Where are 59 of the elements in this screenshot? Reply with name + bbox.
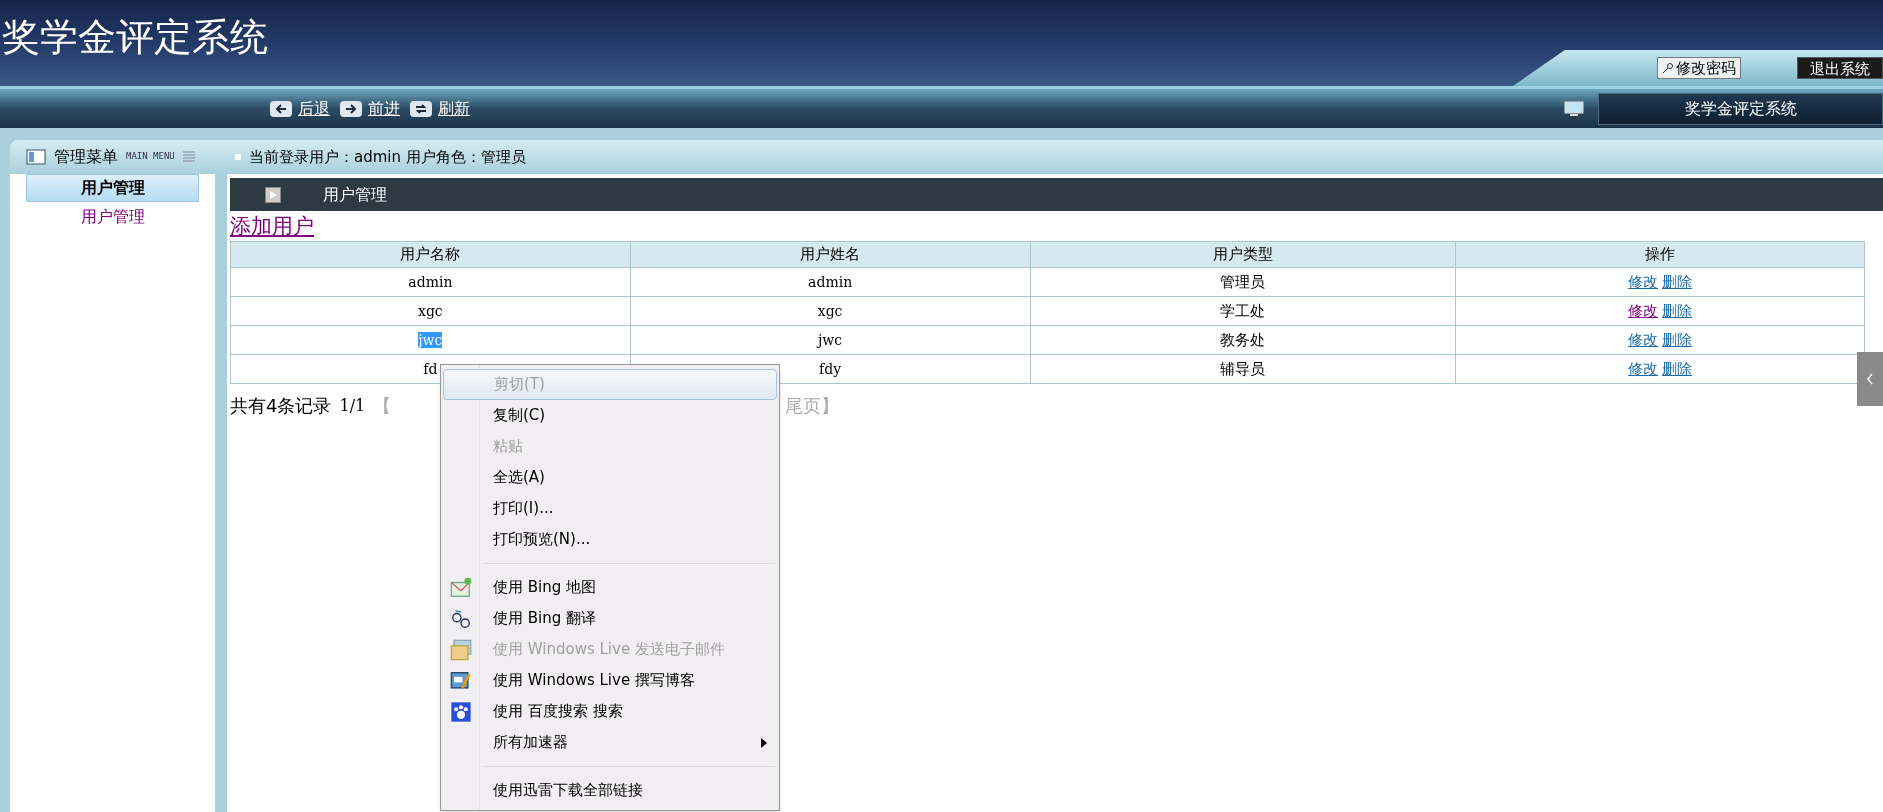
table-cell: 学工处 (1030, 296, 1456, 326)
edit-link[interactable]: 修改 (1628, 357, 1659, 381)
menu-item[interactable]: 全选(A) (443, 462, 777, 493)
column-header: 用户类型 (1030, 241, 1456, 268)
system-name-label: 奖学金评定系统 (1598, 92, 1883, 125)
table-cell: jwc (630, 325, 1030, 355)
page-indicator: 1/1 (339, 394, 366, 417)
delete-link[interactable]: 删除 (1662, 299, 1693, 323)
key-icon (1662, 62, 1674, 74)
menu-item[interactable]: 打印预览(N)... (443, 524, 777, 555)
table-cell: 辅导员 (1030, 354, 1456, 384)
nav-link[interactable]: 刷新 (438, 96, 470, 121)
refresh-icon (410, 100, 432, 117)
delete-link[interactable]: 删除 (1662, 357, 1693, 381)
pager-bracket: 【 (373, 394, 392, 418)
delete-link[interactable]: 删除 (1662, 270, 1693, 294)
edit-link[interactable]: 修改 (1628, 328, 1659, 352)
side-collapse-tab[interactable] (1857, 352, 1883, 406)
menu-item[interactable]: 使用 百度搜索 搜索 (443, 696, 777, 727)
menu-item[interactable]: 使用迅雷下载全部链接 (443, 775, 777, 806)
play-icon (265, 186, 281, 203)
user-name: jwc (418, 331, 443, 348)
menu-item[interactable]: 打印(I)... (443, 493, 777, 524)
user-info-text: 当前登录用户：admin 用户角色：管理员 (249, 146, 526, 168)
record-count: 共有4条记录 (230, 394, 332, 418)
column-header: 用户名称 (230, 241, 631, 268)
add-user-link[interactable]: 添加用户 (230, 211, 314, 241)
app-title: 奖学金评定系统 (1, 14, 268, 61)
panel-icon (26, 149, 46, 165)
sidebar-group-header[interactable]: 用户管理 (26, 174, 199, 202)
table-cell: 管理员 (1030, 267, 1456, 297)
monitor-icon (1564, 100, 1584, 117)
menu-item[interactable]: 使用 Bing 翻译 (443, 603, 777, 634)
menu-item[interactable]: 使用 Bing 地图 (443, 572, 777, 603)
nav-link[interactable]: 后退 (298, 96, 330, 121)
menu-item[interactable]: 使用 Windows Live 撰写博客 (443, 665, 777, 696)
table-cell: xgc (630, 296, 1030, 326)
menu-title: 管理菜单 (54, 146, 118, 168)
bullet-icon (235, 154, 241, 160)
edit-link[interactable]: 修改 (1628, 270, 1659, 294)
nav-link[interactable]: 前进 (368, 96, 400, 121)
edit-link[interactable]: 修改 (1628, 299, 1659, 323)
change-password-button[interactable]: 修改密码 (1657, 57, 1741, 79)
table-cell: admin (630, 267, 1030, 297)
sidebar-link[interactable]: 用户管理 (10, 202, 215, 232)
user-name: admin (408, 273, 453, 290)
column-header: 用户姓名 (630, 241, 1030, 268)
menu-subtitle: MAIN MENU (126, 150, 175, 164)
collapse-lines-icon (182, 150, 195, 164)
section-title: 用户管理 (323, 183, 387, 206)
user-name: xgc (418, 302, 443, 319)
user-name: fd (423, 360, 438, 377)
delete-link[interactable]: 删除 (1662, 328, 1693, 352)
chevron-left-icon (1866, 373, 1874, 385)
column-header: 操作 (1455, 241, 1865, 268)
menu-item[interactable]: 所有加速器 (443, 727, 777, 758)
logout-button[interactable]: 退出系统 (1797, 57, 1883, 79)
table-cell: 教务处 (1030, 325, 1456, 355)
menu-item[interactable]: 复制(C) (443, 400, 777, 431)
